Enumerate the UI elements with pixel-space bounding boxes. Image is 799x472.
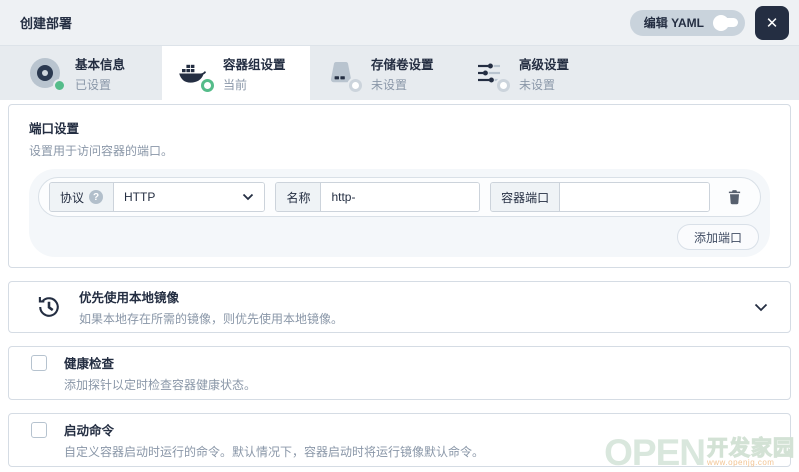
protocol-field: 协议 ? HTTP: [49, 182, 266, 212]
chevron-down-icon: [243, 193, 254, 201]
trash-icon: [728, 190, 740, 205]
status-dot-current: [201, 79, 214, 92]
name-field: 名称: [275, 182, 481, 212]
tab-volume-settings[interactable]: 存储卷设置 未设置: [310, 46, 458, 100]
edit-yaml-label: 编辑 YAML: [643, 16, 704, 30]
protocol-selected-value: HTTP: [124, 190, 156, 204]
container-port-label: 容器端口: [491, 183, 561, 211]
edit-yaml-toggle[interactable]: 编辑 YAML: [629, 9, 745, 36]
sliders-icon: [472, 57, 510, 92]
close-button[interactable]: ✕: [755, 5, 789, 40]
tab-label: 容器组设置: [223, 57, 286, 72]
tab-container-settings[interactable]: 容器组设置 当前: [162, 46, 310, 100]
health-check-description: 添加探针以定时检查容器健康状态。: [64, 378, 257, 392]
port-settings-description: 设置用于访问容器的端口。: [29, 144, 174, 158]
port-list-area: 协议 ? HTTP 名称 http- 容器端口 添加端口: [29, 169, 770, 257]
port-settings-card: 端口设置 设置用于访问容器的端口。 协议 ? HTTP 名称 http- 容器端…: [8, 104, 791, 268]
basic-info-icon: [28, 57, 66, 92]
tab-status: 未设置: [519, 77, 556, 92]
port-settings-title: 端口设置: [29, 122, 80, 136]
status-dot-done: [53, 79, 66, 92]
tab-status: 当前: [223, 77, 248, 92]
start-command-title: 启动命令: [64, 424, 115, 438]
start-command-description: 自定义容器启动时运行的命令。默认情况下，容器启动时将运行镜像默认命令。: [64, 445, 485, 459]
tab-status: 已设置: [75, 77, 112, 92]
container-port-input[interactable]: [560, 183, 710, 211]
delete-port-button[interactable]: [720, 189, 748, 205]
health-check-card: 健康检查 添加探针以定时检查容器健康状态。: [8, 346, 791, 400]
local-image-card[interactable]: 优先使用本地镜像 如果本地存在所需的镜像，则优先使用本地镜像。: [8, 281, 791, 333]
add-port-button[interactable]: 添加端口: [676, 224, 759, 250]
local-image-title: 优先使用本地镜像: [79, 291, 180, 305]
docker-whale-icon: [176, 57, 214, 92]
close-icon: ✕: [765, 14, 779, 32]
health-check-title: 健康检查: [64, 357, 115, 371]
help-icon[interactable]: ?: [89, 190, 104, 204]
port-row: 协议 ? HTTP 名称 http- 容器端口: [38, 177, 761, 217]
status-dot-unset: [497, 79, 510, 92]
tab-basic-info[interactable]: 基本信息 已设置: [14, 46, 162, 100]
name-input[interactable]: [321, 183, 480, 211]
local-image-description: 如果本地存在所需的镜像，则优先使用本地镜像。: [79, 312, 344, 326]
chevron-down-icon: [754, 303, 768, 311]
tab-label: 高级设置: [519, 57, 570, 72]
storage-icon: [324, 57, 362, 92]
expand-button[interactable]: [754, 303, 768, 312]
tab-label: 基本信息: [75, 57, 126, 72]
modal-header: 创建部署 编辑 YAML ✕: [0, 0, 799, 46]
history-clock-icon: [38, 296, 59, 317]
status-dot-unset: [349, 79, 362, 92]
protocol-select[interactable]: HTTP: [114, 183, 265, 211]
health-check-checkbox[interactable]: [31, 354, 47, 371]
tab-advanced-settings[interactable]: 高级设置 未设置: [458, 46, 606, 100]
toggle-switch-icon[interactable]: [713, 14, 738, 31]
main-content: 端口设置 设置用于访问容器的端口。 协议 ? HTTP 名称 http- 容器端…: [0, 100, 799, 471]
header-actions: 编辑 YAML ✕: [629, 5, 789, 40]
tab-status: 未设置: [371, 77, 408, 92]
page-title: 创建部署: [20, 16, 73, 31]
start-command-card: 启动命令 自定义容器启动时运行的命令。默认情况下，容器启动时将运行镜像默认命令。: [8, 413, 791, 467]
name-label: 名称: [276, 183, 322, 211]
container-port-field: 容器端口: [490, 182, 711, 212]
tab-label: 存储卷设置: [371, 57, 434, 72]
protocol-label: 协议 ?: [50, 183, 115, 211]
start-command-checkbox[interactable]: [31, 421, 47, 438]
wizard-tabbar: 基本信息 已设置 容器组设置 当前 存储卷设置 未设置 高级设置 未设置: [0, 46, 799, 100]
